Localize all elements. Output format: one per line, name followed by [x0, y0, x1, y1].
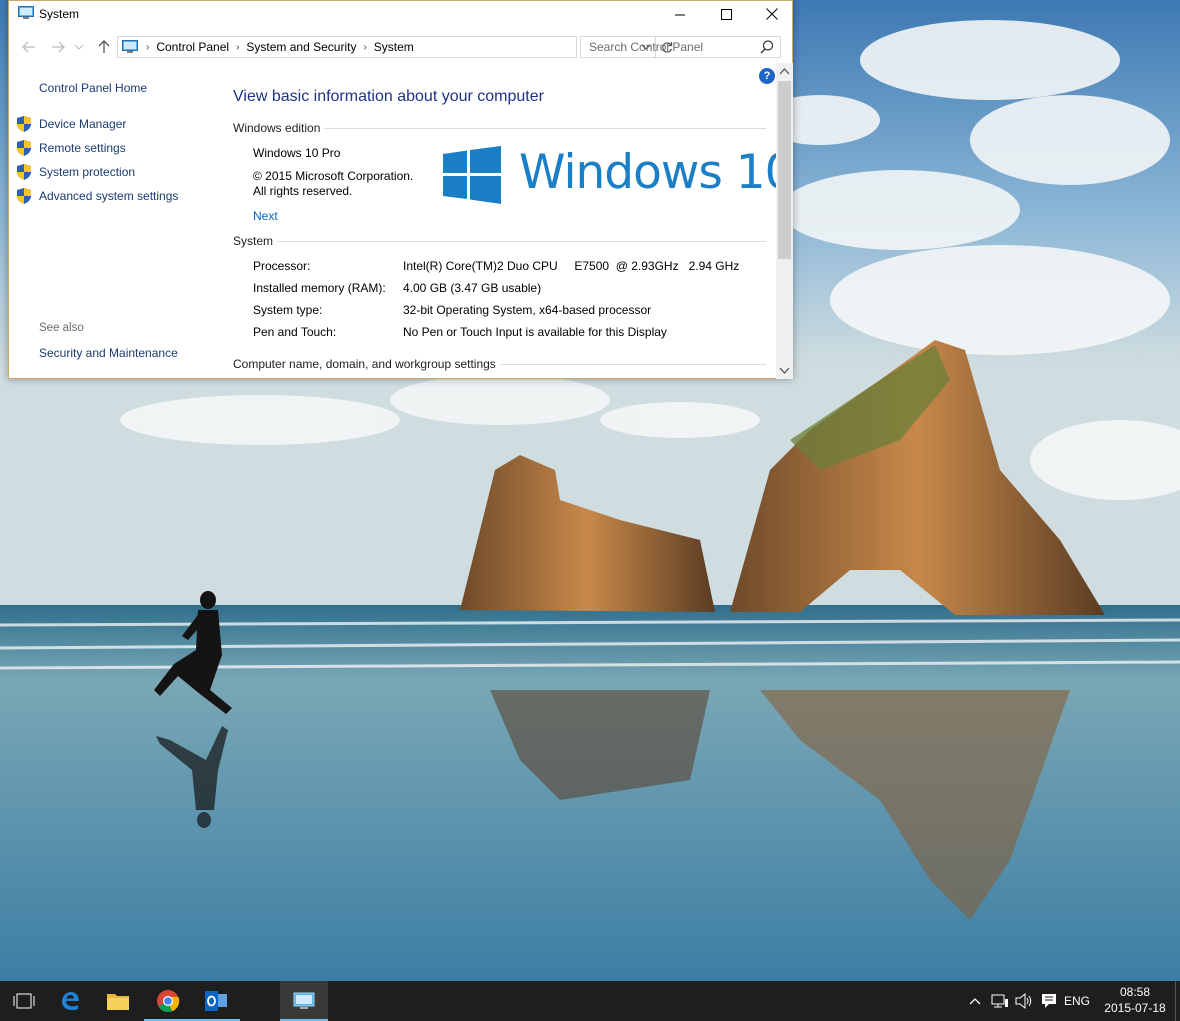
search-input[interactable]: Search Control Panel: [580, 36, 781, 58]
next-link[interactable]: Next: [253, 209, 278, 223]
close-icon: [766, 8, 778, 20]
recent-locations-button[interactable]: [72, 37, 86, 57]
chevron-up-icon: [969, 998, 981, 1005]
back-button[interactable]: [19, 37, 39, 57]
breadcrumb-control-panel[interactable]: Control Panel: [156, 40, 229, 54]
speaker-icon: [1015, 993, 1032, 1009]
uac-shield-icon: [17, 116, 31, 132]
minimize-icon: [674, 14, 685, 15]
search-icon[interactable]: [760, 40, 774, 54]
chrome-taskbar-button[interactable]: [144, 981, 192, 1021]
chevron-right-icon[interactable]: ›: [236, 42, 239, 53]
title-bar[interactable]: System: [9, 1, 792, 31]
clock-button[interactable]: 08:58 2015-07-18: [1100, 984, 1170, 1016]
up-arrow-icon: [98, 40, 110, 53]
breadcrumb-system[interactable]: System: [374, 40, 414, 54]
section-divider: [324, 127, 766, 129]
control-panel-taskbar-button[interactable]: [280, 981, 328, 1021]
minimize-button[interactable]: [657, 1, 703, 27]
scroll-down-icon[interactable]: [779, 365, 790, 376]
windows-edition-heading: Windows edition: [233, 121, 321, 135]
section-divider: [277, 240, 766, 242]
window-title: System: [39, 7, 80, 21]
main-content: View basic information about your comput…: [233, 63, 795, 379]
uac-shield-icon: [17, 140, 31, 156]
system-heading: System: [233, 234, 274, 248]
page-title: View basic information about your comput…: [233, 88, 544, 105]
edge-icon: [62, 992, 79, 1011]
computer-name-heading: Computer name, domain, and workgroup set…: [233, 357, 496, 371]
chevron-down-icon: [75, 44, 83, 50]
windows-10-logo-text: Windows 10: [519, 145, 795, 200]
system-type-value: 32-bit Operating System, x64-based proce…: [403, 303, 652, 317]
action-center-button[interactable]: [1038, 981, 1060, 1021]
control-panel-home-link[interactable]: Control Panel Home: [39, 81, 147, 95]
windows-edition-section-header: Windows edition: [233, 121, 766, 135]
network-icon: [991, 994, 1008, 1008]
clock-time: 08:58: [1119, 985, 1151, 999]
address-bar[interactable]: › Control Panel › System and Security › …: [117, 36, 672, 58]
search-placeholder: Search Control Panel: [589, 40, 704, 54]
edge-taskbar-button[interactable]: [46, 981, 94, 1021]
chevron-right-icon: ›: [146, 41, 150, 53]
scrollbar-thumb[interactable]: [778, 81, 791, 259]
volume-tray-button[interactable]: [1013, 981, 1035, 1021]
copyright-line-2: All rights reserved.: [253, 184, 353, 198]
system-window: System › Control Panel › System and Secu…: [8, 0, 795, 379]
breadcrumb-system-and-security[interactable]: System and Security: [246, 40, 356, 54]
outlook-icon: [205, 991, 227, 1011]
processor-label: Processor:: [253, 259, 311, 273]
computer-name-section-header: Computer name, domain, and workgroup set…: [233, 357, 766, 371]
see-also-label: See also: [39, 322, 84, 334]
folder-icon: [107, 994, 129, 1010]
outlook-taskbar-button[interactable]: [192, 981, 240, 1021]
copyright-line-1: © 2015 Microsoft Corporation.: [253, 169, 414, 183]
left-task-pane: Control Panel Home Device Manager Remote…: [9, 63, 219, 379]
help-button[interactable]: ?: [759, 68, 775, 84]
remote-settings-link[interactable]: Remote settings: [39, 141, 126, 155]
system-protection-link[interactable]: System protection: [39, 165, 135, 179]
chrome-icon: [157, 990, 180, 1013]
system-app-icon: [18, 6, 34, 19]
uac-shield-icon: [17, 188, 31, 204]
maximize-button[interactable]: [703, 1, 749, 27]
pen-touch-label: Pen and Touch:: [253, 325, 337, 339]
show-hidden-icons-button[interactable]: [966, 981, 984, 1021]
network-tray-button[interactable]: [989, 981, 1011, 1021]
uac-shield-icon: [17, 164, 31, 180]
file-explorer-taskbar-button[interactable]: [94, 981, 142, 1021]
up-button[interactable]: [94, 37, 114, 57]
show-desktop-button[interactable]: [1175, 981, 1180, 1021]
processor-value: Intel(R) Core(TM)2 Duo CPU E7500 @ 2.93G…: [403, 259, 740, 273]
memory-value: 4.00 GB (3.47 GB usable): [403, 281, 542, 295]
back-arrow-icon: [22, 41, 35, 53]
clock-date: 2015-07-18: [1104, 1001, 1166, 1015]
edition-name: Windows 10 Pro: [253, 146, 341, 160]
task-view-icon: [13, 993, 35, 1009]
advanced-system-settings-link[interactable]: Advanced system settings: [39, 189, 178, 203]
memory-label: Installed memory (RAM):: [253, 281, 386, 295]
taskbar: ENG 08:58 2015-07-18: [0, 981, 1180, 1021]
device-manager-link[interactable]: Device Manager: [39, 117, 126, 131]
forward-button[interactable]: [48, 37, 68, 57]
notifications-icon: [1042, 994, 1056, 1008]
control-panel-icon: [293, 992, 315, 1009]
vertical-scrollbar[interactable]: [776, 63, 793, 379]
input-language-button[interactable]: ENG: [1062, 981, 1092, 1021]
scroll-up-icon[interactable]: [779, 66, 790, 77]
task-view-button[interactable]: [0, 981, 48, 1021]
section-divider: [499, 363, 766, 365]
windows-logo-icon: [443, 146, 501, 204]
pen-touch-value: No Pen or Touch Input is available for t…: [403, 325, 667, 339]
close-button[interactable]: [749, 1, 795, 27]
chevron-right-icon[interactable]: ›: [363, 42, 366, 53]
system-section-header: System: [233, 234, 766, 248]
system-type-label: System type:: [253, 303, 323, 317]
security-and-maintenance-link[interactable]: Security and Maintenance: [39, 346, 178, 360]
forward-arrow-icon: [52, 41, 65, 53]
maximize-icon: [720, 8, 732, 20]
control-panel-icon: [122, 40, 138, 53]
